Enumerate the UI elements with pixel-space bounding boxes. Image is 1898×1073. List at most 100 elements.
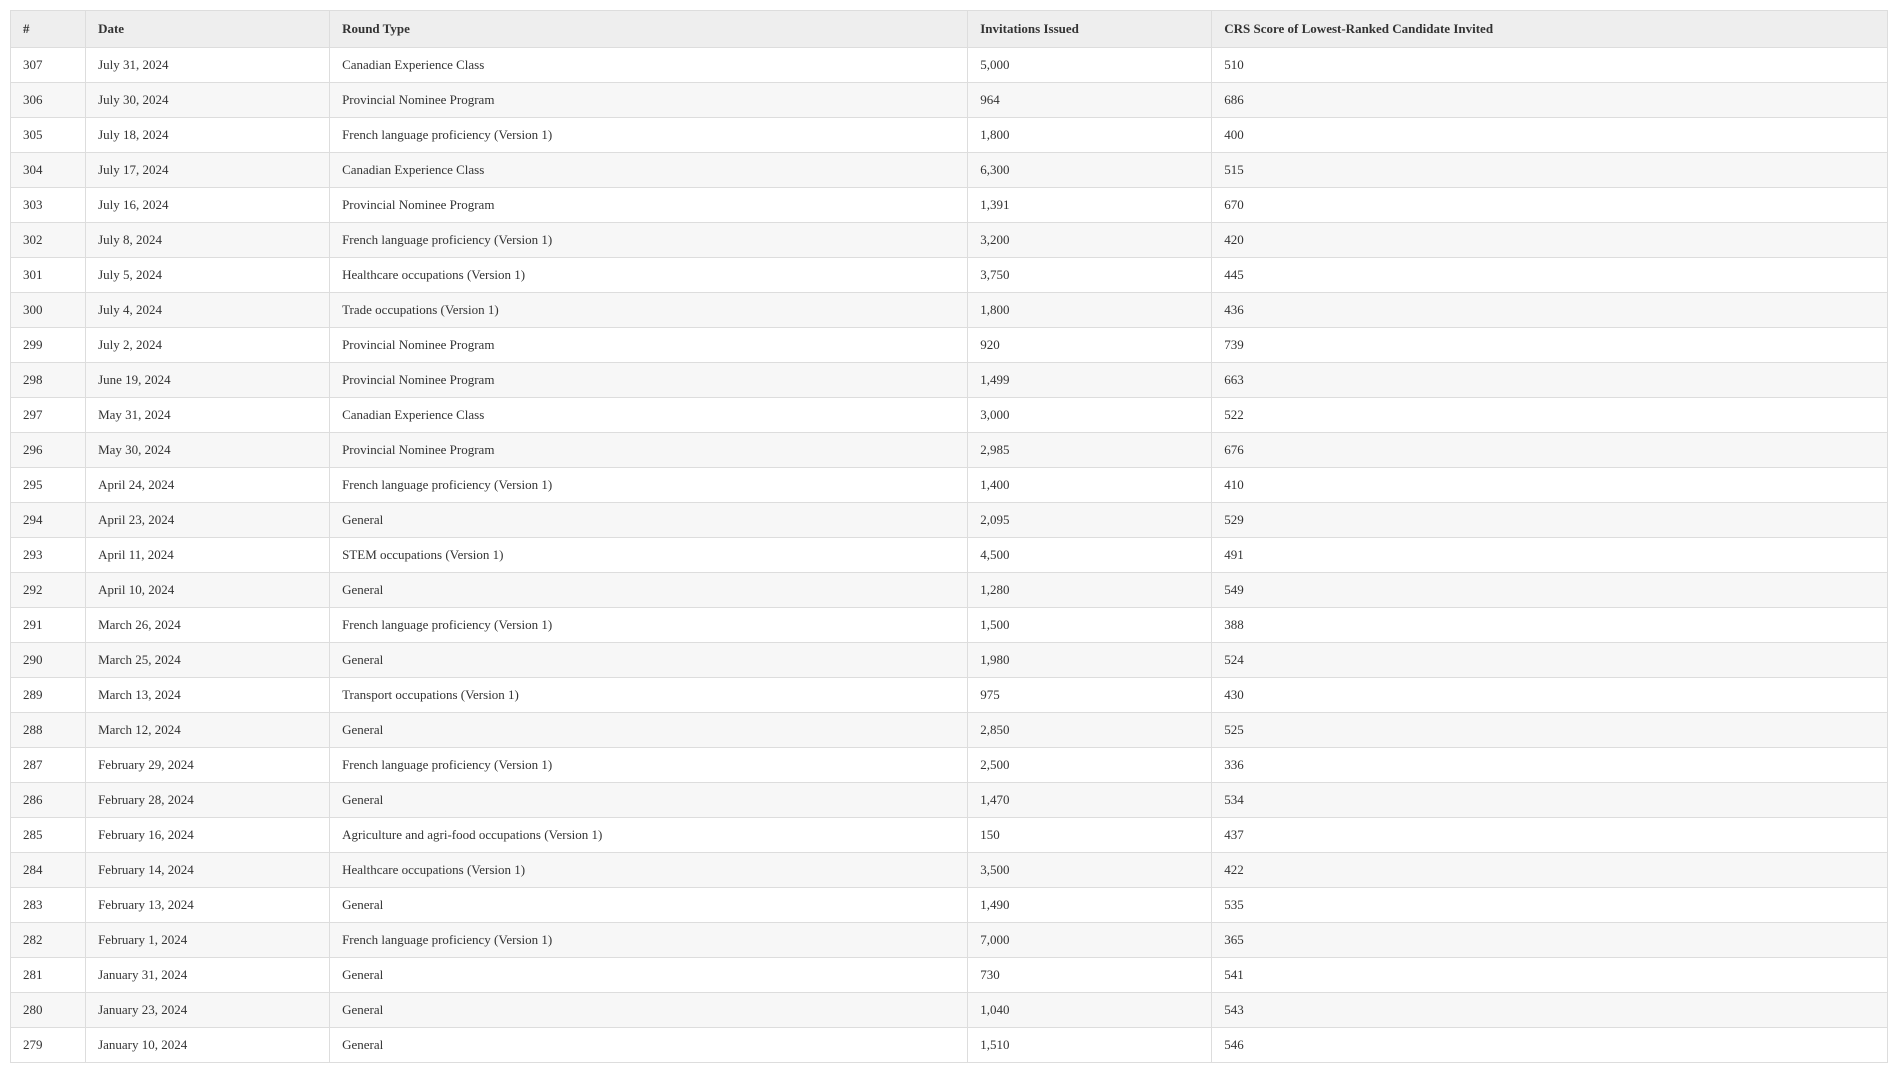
cell-invitations: 3,750 [968, 258, 1212, 293]
cell-num: 294 [11, 503, 86, 538]
cell-invitations: 1,470 [968, 783, 1212, 818]
cell-type: General [330, 888, 968, 923]
cell-invitations: 1,500 [968, 608, 1212, 643]
cell-crs: 420 [1212, 223, 1888, 258]
cell-crs: 336 [1212, 748, 1888, 783]
cell-num: 279 [11, 1028, 86, 1063]
cell-crs: 422 [1212, 853, 1888, 888]
cell-date: May 31, 2024 [86, 398, 330, 433]
cell-invitations: 2,095 [968, 503, 1212, 538]
table-row: 289March 13, 2024Transport occupations (… [11, 678, 1888, 713]
cell-type: General [330, 958, 968, 993]
cell-invitations: 1,800 [968, 118, 1212, 153]
cell-date: July 17, 2024 [86, 153, 330, 188]
rounds-table: # Date Round Type Invitations Issued CRS… [10, 10, 1888, 1063]
cell-num: 297 [11, 398, 86, 433]
cell-date: March 13, 2024 [86, 678, 330, 713]
cell-num: 306 [11, 83, 86, 118]
cell-crs: 491 [1212, 538, 1888, 573]
cell-type: Provincial Nominee Program [330, 83, 968, 118]
cell-date: May 30, 2024 [86, 433, 330, 468]
cell-invitations: 4,500 [968, 538, 1212, 573]
cell-date: July 2, 2024 [86, 328, 330, 363]
table-row: 292April 10, 2024General1,280549 [11, 573, 1888, 608]
cell-date: January 10, 2024 [86, 1028, 330, 1063]
cell-date: January 31, 2024 [86, 958, 330, 993]
cell-crs: 543 [1212, 993, 1888, 1028]
table-row: 285February 16, 2024Agriculture and agri… [11, 818, 1888, 853]
cell-invitations: 150 [968, 818, 1212, 853]
cell-num: 292 [11, 573, 86, 608]
table-row: 297May 31, 2024Canadian Experience Class… [11, 398, 1888, 433]
table-row: 303July 16, 2024Provincial Nominee Progr… [11, 188, 1888, 223]
table-row: 298June 19, 2024Provincial Nominee Progr… [11, 363, 1888, 398]
cell-num: 307 [11, 48, 86, 83]
cell-crs: 541 [1212, 958, 1888, 993]
cell-crs: 549 [1212, 573, 1888, 608]
cell-date: July 18, 2024 [86, 118, 330, 153]
cell-type: Canadian Experience Class [330, 153, 968, 188]
cell-num: 286 [11, 783, 86, 818]
cell-date: February 1, 2024 [86, 923, 330, 958]
table-row: 299July 2, 2024Provincial Nominee Progra… [11, 328, 1888, 363]
cell-num: 296 [11, 433, 86, 468]
cell-invitations: 920 [968, 328, 1212, 363]
table-row: 302July 8, 2024French language proficien… [11, 223, 1888, 258]
cell-invitations: 964 [968, 83, 1212, 118]
cell-crs: 436 [1212, 293, 1888, 328]
header-crs-score[interactable]: CRS Score of Lowest-Ranked Candidate Inv… [1212, 11, 1888, 48]
table-row: 300July 4, 2024Trade occupations (Versio… [11, 293, 1888, 328]
cell-type: French language proficiency (Version 1) [330, 118, 968, 153]
header-invitations[interactable]: Invitations Issued [968, 11, 1212, 48]
cell-type: Provincial Nominee Program [330, 363, 968, 398]
cell-date: July 31, 2024 [86, 48, 330, 83]
cell-date: February 14, 2024 [86, 853, 330, 888]
table-row: 294April 23, 2024General2,095529 [11, 503, 1888, 538]
cell-crs: 686 [1212, 83, 1888, 118]
cell-crs: 510 [1212, 48, 1888, 83]
table-row: 282February 1, 2024French language profi… [11, 923, 1888, 958]
cell-num: 282 [11, 923, 86, 958]
cell-date: April 24, 2024 [86, 468, 330, 503]
cell-num: 283 [11, 888, 86, 923]
cell-type: General [330, 1028, 968, 1063]
cell-invitations: 6,300 [968, 153, 1212, 188]
cell-invitations: 1,490 [968, 888, 1212, 923]
cell-num: 285 [11, 818, 86, 853]
cell-invitations: 975 [968, 678, 1212, 713]
header-number[interactable]: # [11, 11, 86, 48]
cell-num: 305 [11, 118, 86, 153]
cell-num: 295 [11, 468, 86, 503]
cell-invitations: 2,985 [968, 433, 1212, 468]
cell-crs: 529 [1212, 503, 1888, 538]
table-body: 307July 31, 2024Canadian Experience Clas… [11, 48, 1888, 1063]
header-date[interactable]: Date [86, 11, 330, 48]
cell-type: French language proficiency (Version 1) [330, 468, 968, 503]
table-row: 293April 11, 2024STEM occupations (Versi… [11, 538, 1888, 573]
cell-crs: 515 [1212, 153, 1888, 188]
cell-crs: 670 [1212, 188, 1888, 223]
cell-crs: 535 [1212, 888, 1888, 923]
cell-type: Agriculture and agri-food occupations (V… [330, 818, 968, 853]
cell-num: 301 [11, 258, 86, 293]
cell-num: 290 [11, 643, 86, 678]
cell-type: Healthcare occupations (Version 1) [330, 258, 968, 293]
cell-date: July 4, 2024 [86, 293, 330, 328]
table-row: 306July 30, 2024Provincial Nominee Progr… [11, 83, 1888, 118]
cell-date: July 30, 2024 [86, 83, 330, 118]
cell-invitations: 1,400 [968, 468, 1212, 503]
cell-num: 291 [11, 608, 86, 643]
table-header: # Date Round Type Invitations Issued CRS… [11, 11, 1888, 48]
cell-crs: 437 [1212, 818, 1888, 853]
cell-date: April 10, 2024 [86, 573, 330, 608]
cell-num: 293 [11, 538, 86, 573]
cell-crs: 525 [1212, 713, 1888, 748]
cell-type: Canadian Experience Class [330, 48, 968, 83]
cell-type: Healthcare occupations (Version 1) [330, 853, 968, 888]
cell-invitations: 3,200 [968, 223, 1212, 258]
cell-date: February 13, 2024 [86, 888, 330, 923]
cell-num: 287 [11, 748, 86, 783]
header-round-type[interactable]: Round Type [330, 11, 968, 48]
cell-crs: 534 [1212, 783, 1888, 818]
cell-crs: 663 [1212, 363, 1888, 398]
